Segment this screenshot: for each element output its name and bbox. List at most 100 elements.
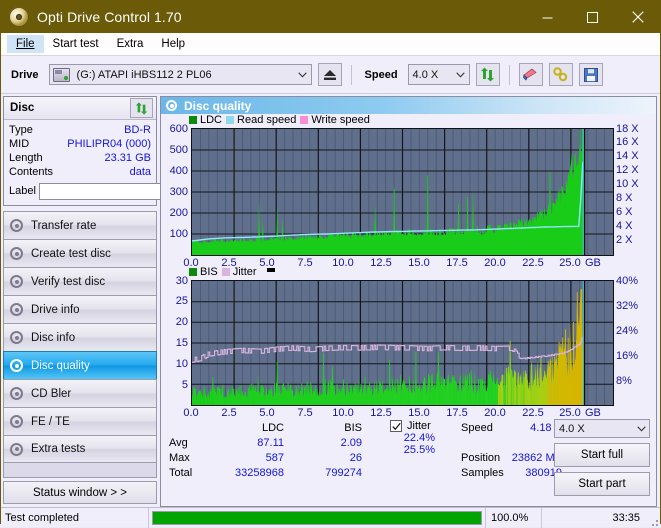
disc-icon — [9, 414, 24, 429]
drive-select[interactable]: (G:) ATAPI iHBS112 2 PL06 — [48, 64, 312, 85]
tools-button[interactable] — [548, 63, 573, 86]
ldc-ytick-right-16x: 16 X — [616, 136, 639, 148]
minimize-button[interactable] — [525, 1, 570, 33]
speed-select[interactable]: 4.0 X — [407, 64, 470, 85]
maximize-button[interactable] — [570, 1, 615, 33]
menu-extra[interactable]: Extra — [108, 35, 153, 53]
application-window: Opti Drive Control 1.70 File Start test … — [0, 0, 661, 528]
disc-icon — [9, 302, 24, 317]
disc-icon — [9, 7, 29, 27]
jitter-column: Jitter 22.4% 25.5% — [390, 420, 435, 456]
sidebar-item-create-test-disc[interactable]: Create test disc — [3, 239, 157, 267]
test-speed-select[interactable]: 4.0 X — [554, 419, 650, 438]
samples-stat-label: Samples — [461, 466, 504, 479]
refresh-disc-button[interactable] — [130, 98, 153, 118]
sidebar-item-disc-quality[interactable]: Disc quality — [3, 351, 157, 379]
bis-ytick-30: 30 — [175, 275, 188, 287]
legend-swatch-write-speed — [300, 116, 309, 124]
sidebar-item-extra-tests[interactable]: Extra tests — [3, 435, 157, 463]
position-stat-label: Position — [461, 451, 501, 464]
ldc-ytick-600: 600 — [169, 123, 188, 135]
table-row: Avg 87.11 2.09 — [169, 435, 365, 450]
refresh-button[interactable] — [475, 63, 500, 86]
start-full-button[interactable]: Start full — [554, 443, 650, 467]
progress-percent: 100.0% — [485, 507, 541, 528]
panel-header: Disc quality — [161, 97, 656, 114]
sidebar-item-verify-test-disc[interactable]: Verify test disc — [3, 267, 157, 295]
ldc-ytick-100: 100 — [169, 228, 188, 240]
disc-row-mid: MID PHILIPR04 (000) — [9, 137, 151, 151]
stats-max-ldc: 587 — [265, 451, 284, 464]
stats-header-bis: BIS — [344, 421, 362, 434]
disc-icon — [9, 358, 24, 373]
jitter-label: Jitter — [407, 420, 431, 432]
sidebar-item-label: Verify test disc — [31, 275, 106, 288]
legend-label-ldc: LDC — [200, 114, 223, 126]
sidebar-item-label: Create test disc — [31, 247, 111, 260]
disc-length-value: 23.31 GB — [104, 152, 151, 164]
ldc-ytick-right-6x: 6 X — [616, 206, 633, 218]
chevron-down-icon — [453, 71, 469, 78]
menu-bar: File Start test Extra Help — [1, 33, 660, 56]
erase-button[interactable] — [518, 63, 543, 86]
sidebar-item-transfer-rate[interactable]: Transfer rate — [3, 211, 157, 239]
start-part-button[interactable]: Start part — [554, 472, 650, 496]
drive-select-value: (G:) ATAPI iHBS112 2 PL06 — [76, 68, 212, 81]
jitter-toggle-row[interactable]: Jitter — [390, 420, 435, 432]
disc-row-length: Length 23.31 GB — [9, 151, 151, 165]
stats-total-bis: 799274 — [325, 466, 362, 479]
sidebar-item-fe-te[interactable]: FE / TE — [3, 407, 157, 435]
resize-grip[interactable] — [646, 508, 660, 528]
sidebar-item-drive-info[interactable]: Drive info — [3, 295, 157, 323]
disc-icon — [9, 218, 24, 233]
ldc-ytick-right-12x: 12 X — [616, 164, 639, 176]
progress-bar-fill — [153, 511, 481, 524]
table-row: Position 23862 MB — [461, 450, 562, 465]
ldc-ytick-right-18x: 18 X — [616, 123, 639, 135]
jitter-max-value: 25.5% — [403, 444, 435, 456]
test-speed-value: 4.0 X — [559, 422, 585, 435]
ldc-ytick-400: 400 — [169, 165, 188, 177]
content-area: Disc Type BD-R MID PHILIPR04 (000) Lengt… — [1, 94, 660, 507]
menu-file[interactable]: File — [7, 35, 44, 53]
legend-swatch-read-speed — [226, 116, 235, 124]
stats-avg-ldc: 87.11 — [257, 436, 284, 449]
disc-icon — [165, 99, 178, 112]
sidebar-item-disc-info[interactable]: Disc info — [3, 323, 157, 351]
sidebar-item-cd-bler[interactable]: CD Bler — [3, 379, 157, 407]
ldc-ytick-right-14x: 14 X — [616, 150, 639, 162]
disc-panel-title: Disc — [10, 102, 35, 114]
disc-row-contents: Contents data — [9, 165, 151, 179]
table-row: Speed 4.18 X — [461, 420, 562, 435]
bis-ytick-15: 15 — [175, 337, 188, 349]
table-header-row: LDC BIS — [169, 420, 365, 435]
toolbar-separator — [350, 64, 352, 85]
sidebar-item-label: Drive info — [31, 303, 80, 316]
bis-ytick-right-40: 40% — [616, 275, 639, 287]
stats-max-bis: 26 — [349, 451, 362, 464]
left-sidebar: Disc Type BD-R MID PHILIPR04 (000) Lengt… — [1, 94, 240, 507]
disc-label-caption: Label — [9, 185, 36, 197]
disc-type-value: BD-R — [124, 124, 151, 136]
jitter-checkbox[interactable] — [390, 420, 402, 432]
stats-total-ldc: 33258968 — [235, 466, 284, 479]
disc-icon — [9, 386, 24, 401]
save-button[interactable] — [578, 63, 603, 86]
legend-label-bis: BIS — [200, 266, 218, 278]
disc-info-rows: Type BD-R MID PHILIPR04 (000) Length 23.… — [4, 120, 240, 205]
status-window-button[interactable]: Status window > > — [3, 481, 157, 504]
title-bar: Opti Drive Control 1.70 — [1, 1, 660, 33]
menu-help[interactable]: Help — [152, 35, 194, 53]
disc-label-row: Label — [9, 180, 240, 202]
action-column: 4.0 X Start full Start part — [554, 419, 650, 496]
eject-button[interactable] — [317, 63, 342, 86]
legend-swatch-ldc — [189, 116, 197, 124]
close-button[interactable] — [615, 1, 660, 33]
status-text: Test completed — [1, 507, 149, 528]
stats-avg-bis: 2.09 — [340, 436, 362, 449]
ldc-ytick-right-10x: 10 X — [616, 178, 639, 190]
disc-icon — [9, 330, 24, 345]
speed-select-value: 4.0 X — [412, 68, 439, 81]
menu-start-test[interactable]: Start test — [44, 35, 108, 53]
toolbar-separator — [508, 64, 510, 85]
